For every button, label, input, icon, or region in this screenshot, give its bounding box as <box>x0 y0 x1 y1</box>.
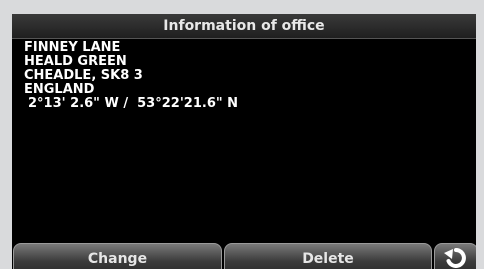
bottom-toolbar: Change Delete <box>12 243 476 269</box>
page-title: Information of office <box>163 18 325 34</box>
device-frame: Information of office FINNEY LANE HEALD … <box>0 0 484 269</box>
address-line-3: CHEADLE, SK8 3 <box>24 68 143 83</box>
coordinates: 2°13' 2.6" W / 53°22'21.6" N <box>28 96 239 111</box>
address-line-4: ENGLAND <box>24 82 95 97</box>
office-info: FINNEY LANE HEALD GREEN CHEADLE, SK8 3 E… <box>24 41 238 111</box>
back-arrow-icon <box>444 248 466 268</box>
title-bar: Information of office <box>12 14 476 39</box>
delete-button-label: Delete <box>302 251 354 267</box>
address-line-2: HEALD GREEN <box>24 54 127 69</box>
change-button-label: Change <box>87 251 148 267</box>
screen: Information of office FINNEY LANE HEALD … <box>12 14 476 269</box>
delete-button[interactable]: Delete <box>224 243 432 269</box>
change-button[interactable]: Change <box>13 243 222 269</box>
address-line-1: FINNEY LANE <box>24 40 121 55</box>
back-button[interactable] <box>434 243 476 269</box>
